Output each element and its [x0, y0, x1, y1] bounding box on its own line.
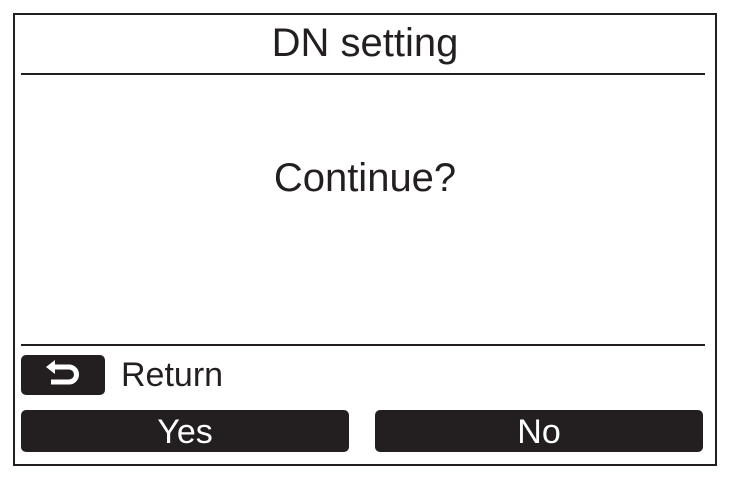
- return-control[interactable]: Return: [21, 354, 223, 396]
- title-divider: [21, 73, 705, 75]
- no-button[interactable]: No: [375, 410, 703, 452]
- screen-title: DN setting: [271, 21, 459, 65]
- return-button[interactable]: [21, 355, 105, 395]
- return-arrow-icon: [46, 360, 79, 385]
- footer-divider: [21, 344, 705, 346]
- return-label: Return: [121, 356, 224, 394]
- yes-button[interactable]: Yes: [21, 410, 349, 452]
- confirmation-message: Continue?: [273, 156, 457, 200]
- remote-controller-screen: DN setting Continue? Return Yes No: [13, 13, 717, 466]
